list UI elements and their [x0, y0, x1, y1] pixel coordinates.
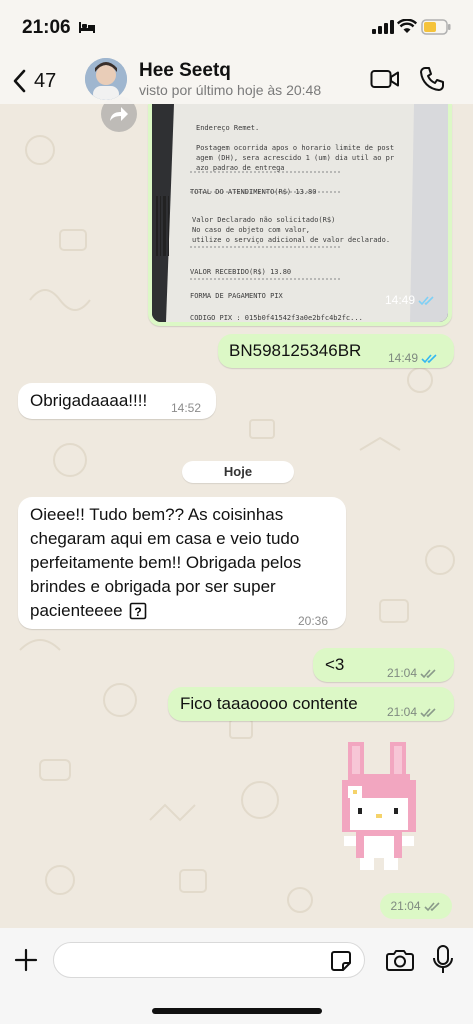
message-time: 20:36	[298, 614, 329, 628]
double-check-icon	[421, 353, 437, 363]
message-time: 14:52	[171, 401, 202, 415]
message-text: BN598125346BR	[229, 341, 362, 360]
forward-icon	[110, 107, 128, 121]
composer-bar	[0, 928, 473, 1024]
unread-count: 47	[34, 69, 57, 92]
last-seen-status: visto por último hoje às 20:48	[139, 82, 322, 98]
status-time: 21:06	[22, 17, 71, 38]
message-meta: 21:04	[387, 700, 438, 724]
message-line: brindes e obrigada por ser super	[30, 577, 276, 596]
receipt-line: utilize o serviço adicional de valor dec…	[192, 236, 391, 244]
message-meta: 14:52	[171, 396, 201, 420]
sleep-focus-icon	[79, 22, 95, 33]
double-check-icon	[418, 295, 434, 305]
message-time: 14:49	[384, 293, 415, 307]
receipt-photo[interactable]: Endereço Remet. Postagem ocorrida apos o…	[152, 104, 448, 322]
chevron-left-icon	[13, 69, 26, 93]
voice-call-icon[interactable]	[419, 66, 445, 92]
message-meta: 21:04	[387, 661, 438, 685]
message-line: Oieee!! Tudo bem?? As coisinhas	[30, 505, 284, 524]
message-text: <3	[325, 655, 345, 674]
avatar-image	[85, 58, 127, 100]
home-indicator	[152, 1008, 322, 1014]
message-bubble-out[interactable]: BN598125346BR 14:49	[218, 334, 454, 368]
message-time: 21:04	[387, 705, 418, 719]
message-line: chegaram aqui em casa e veio tudo	[30, 529, 300, 548]
video-call-icon[interactable]	[370, 68, 400, 90]
message-text: Fico taaaoooo contente	[180, 694, 358, 713]
svg-text:?: ?	[134, 605, 141, 619]
signal-icon	[372, 20, 394, 34]
unknown-emoji-icon: ?	[129, 602, 146, 620]
contact-name[interactable]: Hee Seetq	[139, 60, 231, 82]
message-line: pacienteeee	[30, 601, 123, 620]
contact-avatar[interactable]	[85, 58, 127, 100]
message-meta: 20:36	[298, 609, 328, 633]
camera-icon[interactable]	[386, 949, 414, 971]
message-meta: 14:49	[388, 346, 439, 370]
chat-area[interactable]: Endereço Remet. Postagem ocorrida apos o…	[0, 0, 473, 1024]
wifi-icon	[397, 19, 417, 33]
sticker-meta: 21:04	[380, 893, 452, 919]
receipt-line: TOTAL DO ATENDIMENTO(R$) 13.80	[190, 188, 317, 196]
message-time: 21:04	[387, 666, 418, 680]
photo-message[interactable]: Endereço Remet. Postagem ocorrida apos o…	[148, 104, 452, 326]
battery-icon	[421, 19, 451, 35]
message-text: Obrigadaaaa!!!!	[30, 391, 148, 410]
sticker-icon[interactable]	[330, 950, 352, 972]
sticker-message[interactable]	[334, 740, 424, 890]
message-text: Oieee!! Tudo bem?? As coisinhas chegaram…	[30, 503, 340, 623]
photo-meta: 14:49	[385, 288, 436, 312]
receipt-line: VALOR RECEBIDO(R$) 13.80	[190, 268, 292, 276]
message-bubble-in[interactable]: Obrigadaaaa!!!! 14:52	[18, 383, 216, 419]
plus-icon[interactable]	[14, 948, 38, 972]
message-bubble-in[interactable]: Oieee!! Tudo bem?? As coisinhas chegaram…	[18, 497, 346, 629]
receipt-line: FORMA DE PAGAMENTO PIX	[190, 292, 283, 300]
message-line: perfeitamente bem!! Obrigada pelos	[30, 553, 302, 572]
date-divider: Hoje	[182, 461, 294, 483]
double-check-icon	[420, 668, 436, 678]
double-check-icon	[423, 901, 440, 911]
receipt-line: azo padrao de entrega	[196, 164, 285, 172]
message-bubble-out[interactable]: Fico taaaoooo contente 21:04	[168, 687, 454, 721]
back-button[interactable]: 47	[12, 64, 82, 98]
message-time: 14:49	[388, 351, 419, 365]
receipt-line: CODIGO PIX : 015b0f41542f3a0e2bfc4b2fc..…	[190, 314, 363, 322]
message-time: 21:04	[390, 899, 421, 913]
my-melody-sticker-icon	[342, 742, 416, 870]
double-check-icon	[420, 707, 436, 717]
chat-header: 21:06 47 Hee Seetq visto por último hoje…	[0, 0, 473, 104]
microphone-icon[interactable]	[433, 945, 453, 975]
message-bubble-out[interactable]: <3 21:04	[313, 648, 454, 682]
message-input[interactable]	[53, 942, 365, 978]
